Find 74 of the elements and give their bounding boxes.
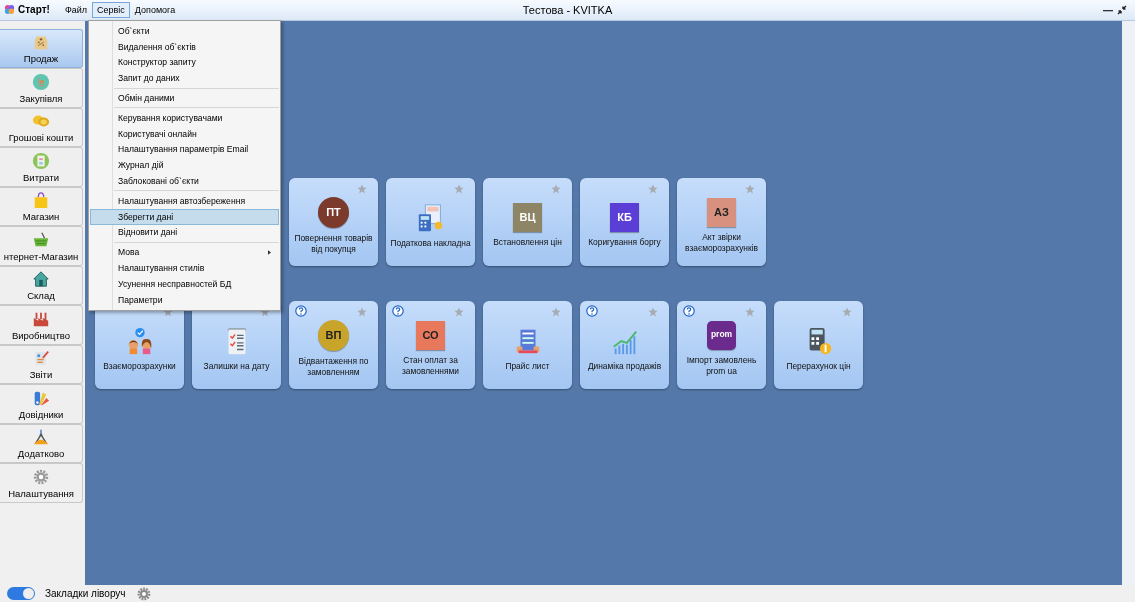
sidebar-tab[interactable]: Магазин bbox=[0, 186, 83, 227]
sidebar-tab[interactable]: Продаж bbox=[0, 28, 83, 69]
sidebar-tab[interactable]: Налаштування bbox=[0, 463, 83, 503]
settings-icon[interactable] bbox=[135, 585, 152, 602]
app-tile[interactable]: Перерахунок цін bbox=[774, 300, 863, 389]
star-icon bbox=[357, 183, 367, 194]
badge-icon: prom bbox=[707, 320, 736, 350]
star-icon bbox=[648, 306, 658, 317]
app-tile[interactable]: СО Стан оплат за замовленнями bbox=[386, 300, 475, 389]
menu-item[interactable]: Користувачі онлайн bbox=[90, 125, 279, 142]
star-icon bbox=[648, 183, 658, 194]
app-tile[interactable]: ВП Відвантаження по замовленням bbox=[289, 300, 378, 389]
star-icon bbox=[357, 306, 367, 317]
menu-item[interactable]: Об`єкти bbox=[90, 23, 279, 39]
menu-item[interactable]: Відновити дані bbox=[90, 224, 279, 241]
menu-item[interactable]: Налаштування стилів bbox=[90, 260, 279, 276]
sidebar-tab[interactable]: Довідники bbox=[0, 384, 83, 424]
app-tile[interactable]: Динаміка продажів bbox=[580, 300, 669, 389]
menu-item[interactable]: Усунення несправностей БД bbox=[90, 275, 279, 292]
menu-item[interactable]: Налаштування автозбереження bbox=[90, 192, 279, 209]
toggle-label: Закладки ліворуч bbox=[45, 588, 126, 599]
app-tile[interactable]: ПТ Повернення товарів від покупця bbox=[289, 177, 378, 266]
shopping-bag-icon bbox=[32, 191, 50, 210]
menu-item[interactable]: Керування користувачами bbox=[90, 110, 279, 126]
menu-item[interactable]: Конструктор запиту bbox=[90, 54, 279, 71]
sidebar-tab[interactable]: Грошові кошти bbox=[0, 107, 83, 148]
window-title: Тестова - KVITKA bbox=[522, 4, 613, 16]
basket-icon bbox=[32, 230, 50, 249]
app-tile[interactable]: ВЦ Встановлення цін bbox=[483, 177, 572, 266]
badge-icon: АЗ bbox=[707, 197, 736, 227]
app-tile[interactable]: Податкова накладна bbox=[386, 177, 475, 266]
app-name: Старт! bbox=[18, 4, 50, 16]
app-tile[interactable]: Прайс лист bbox=[483, 300, 572, 389]
app-tile[interactable]: prom Імпорт замовлень prom ua bbox=[677, 300, 766, 389]
menu-item[interactable]: Допомога bbox=[129, 2, 181, 18]
sidebar-tab[interactable]: Склад bbox=[0, 265, 83, 306]
house-icon bbox=[32, 270, 50, 289]
menu-item[interactable]: Зберегти дані bbox=[90, 208, 279, 225]
menu-item[interactable]: Мова bbox=[90, 244, 279, 261]
menu-item[interactable]: Файл bbox=[59, 2, 93, 18]
receipt-icon bbox=[32, 151, 50, 170]
badge-icon: СО bbox=[416, 320, 445, 350]
sidebar-tab[interactable]: Закупівля bbox=[0, 68, 83, 108]
star-icon bbox=[551, 306, 561, 317]
star-icon bbox=[842, 306, 852, 317]
sidebar-tab[interactable]: Додатково bbox=[0, 423, 83, 464]
badge-icon: ВП bbox=[318, 319, 349, 351]
menu-item[interactable]: Налаштування параметрів Email bbox=[90, 141, 279, 158]
toggle-switch[interactable] bbox=[7, 587, 35, 600]
menu-item[interactable]: Заблоковані об`єкти bbox=[90, 173, 279, 189]
gear-icon bbox=[32, 467, 50, 486]
restore-icon[interactable] bbox=[1117, 5, 1127, 15]
menu-item[interactable]: Обмін даними bbox=[90, 90, 279, 106]
sidebar-tab[interactable]: нтернет-Магазин bbox=[0, 226, 83, 266]
app-tile[interactable]: КБ Коригування боргу bbox=[580, 177, 669, 266]
star-icon bbox=[551, 183, 561, 194]
cart-icon bbox=[32, 72, 50, 91]
star-icon bbox=[454, 183, 464, 194]
app-tile[interactable]: АЗ Акт звірки взаєморозрахунків bbox=[677, 177, 766, 266]
sidebar-tab[interactable]: Звіти bbox=[0, 344, 83, 385]
menu-item[interactable]: Журнал дій bbox=[90, 157, 279, 174]
star-icon bbox=[454, 306, 464, 317]
menu-item[interactable]: Запит до даних bbox=[90, 70, 279, 87]
compass-icon bbox=[32, 428, 50, 447]
menu-item[interactable]: Видалення об`єктів bbox=[90, 38, 279, 55]
sidebar-tab[interactable]: Витрати bbox=[0, 147, 83, 187]
badge-icon: ПТ bbox=[318, 196, 349, 228]
app-logo-icon bbox=[4, 4, 15, 16]
star-icon bbox=[745, 306, 755, 317]
sidebar-tab[interactable]: Виробництво bbox=[0, 305, 83, 345]
menu-item[interactable]: Сервіс bbox=[92, 2, 130, 18]
badge-icon: КБ bbox=[610, 203, 639, 233]
badge-icon: ВЦ bbox=[513, 203, 542, 233]
star-icon bbox=[745, 183, 755, 194]
